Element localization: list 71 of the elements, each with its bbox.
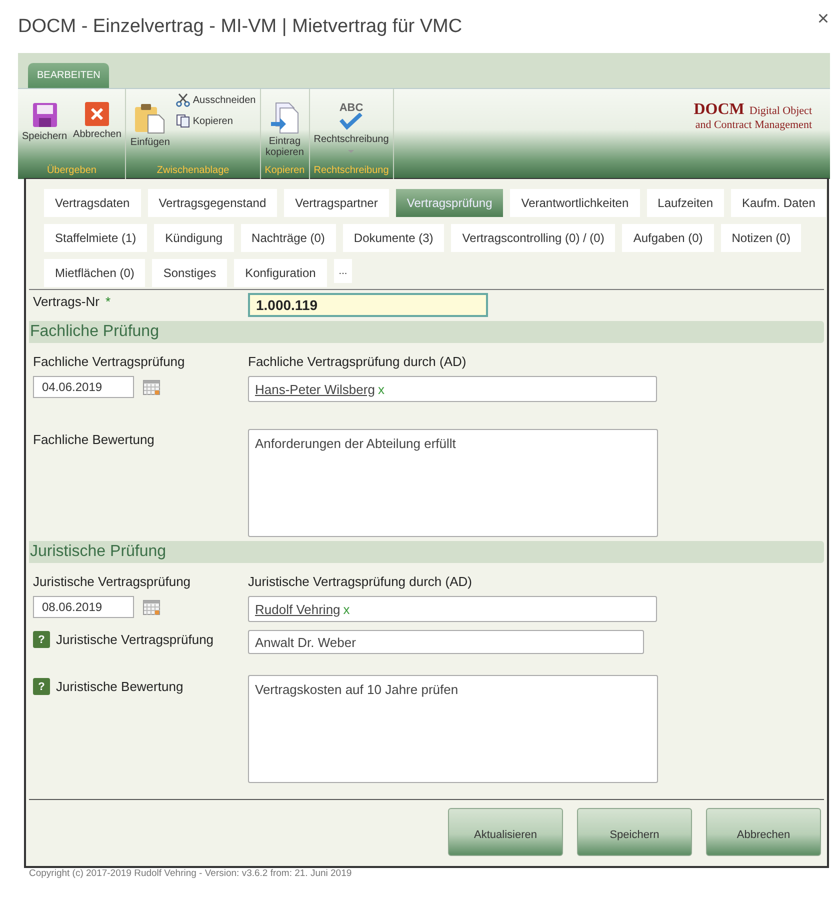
cancel-icon [85, 102, 110, 126]
field-label: Fachliche Bewertung [33, 432, 154, 447]
checkmark-icon [339, 113, 364, 131]
tab[interactable]: Staffelmiete (1) [44, 224, 148, 252]
field-label: Fachliche Vertragsprüfung durch (AD) [248, 354, 466, 369]
help-button[interactable]: ? [33, 631, 50, 648]
cut-button[interactable]: Ausschneiden [174, 92, 258, 108]
tab[interactable]: Nachträge (0) [240, 224, 336, 252]
person-field[interactable]: Rudolf Vehring x [248, 596, 657, 622]
icon-text: ABC [339, 102, 364, 114]
window-title: DOCM - Einzelvertrag - MI-VM | Mietvertrag für VMC [18, 16, 462, 38]
field-label: Juristische Vertragsprüfung [33, 574, 191, 589]
logo-tagline: and Contract Management [695, 119, 812, 131]
calendar-icon [143, 380, 160, 394]
action-button[interactable]: Abbrechen [706, 808, 821, 856]
section-header: Fachliche Prüfung [29, 321, 824, 343]
copyright-text: Copyright (c) 2017-2019 Rudolf Vehring - Version: v3.6.2 from: 21. Juni 2019 [29, 868, 353, 879]
save-button[interactable]: Speichern [20, 92, 70, 144]
calendar-icon [143, 600, 160, 614]
tab[interactable]: Verantwortlichkeiten [510, 189, 640, 217]
cancel-button[interactable]: Abbrechen [71, 92, 124, 142]
copy-entry-button[interactable]: Eintrag kopieren [262, 92, 307, 160]
tab[interactable]: Vertragsgegenstand [148, 189, 278, 217]
help-button[interactable]: ? [33, 678, 50, 695]
tab[interactable]: Kaufm. Daten [731, 189, 826, 217]
tab[interactable]: Vertragscontrolling (0) / (0) [451, 224, 616, 252]
tab[interactable]: Konfiguration [234, 259, 327, 287]
clipboard-icon [134, 102, 166, 134]
text-area[interactable]: Anforderungen der Abteilung erfüllt [248, 429, 658, 537]
tab[interactable]: Vertragspartner [284, 189, 389, 217]
tab[interactable]: Dokumente (3) [342, 224, 444, 252]
documents-arrow-icon [270, 102, 300, 134]
action-button[interactable]: Speichern [577, 808, 692, 856]
logo-tagline: Digital Object [749, 105, 812, 117]
paste-button[interactable]: Einfügen [128, 92, 172, 150]
tab[interactable]: Kündigung [154, 224, 234, 252]
ribbon-group-label: Rechtschreibung [312, 165, 390, 178]
field-label: Vertrags-Nr [33, 294, 100, 309]
spelling-button[interactable]: ABC Rechtschreibung [312, 92, 391, 158]
text-area[interactable]: Vertragskosten auf 10 Jahre prüfen [248, 675, 658, 783]
copy-button[interactable]: Kopieren [174, 113, 258, 129]
copy-icon [176, 114, 190, 128]
scissors-icon [176, 93, 190, 107]
tab[interactable]: Laufzeiten [646, 189, 724, 217]
tab[interactable]: Aufgaben (0) [622, 224, 714, 252]
field-label: Fachliche Vertragsprüfung [33, 354, 185, 369]
remove-button[interactable]: x [343, 602, 350, 616]
close-button[interactable]: × [817, 8, 829, 31]
tab[interactable]: Mietflächen (0) [44, 259, 146, 287]
action-button[interactable]: Aktualisieren [448, 808, 563, 856]
ribbon-group-label: Kopieren [264, 165, 306, 178]
tab[interactable]: Vertragsdaten [44, 189, 141, 217]
contract-number-field[interactable]: 1.000.119 [248, 293, 488, 317]
date-field[interactable]: 08.06.2019 [33, 596, 134, 618]
remove-button[interactable]: x [378, 382, 384, 396]
more-tabs-button[interactable]: ... [334, 259, 352, 283]
tab[interactable]: Sonstiges [152, 259, 228, 287]
field-label: Juristische Vertragsprüfung durch (AD) [248, 574, 472, 589]
date-field[interactable]: 04.06.2019 [33, 376, 134, 398]
field-label: Juristische Bewertung [56, 679, 184, 694]
ribbon-group-label: Übergeben [46, 165, 98, 178]
person-field[interactable]: Hans-Peter Wilsberg x [248, 376, 657, 402]
tab[interactable]: Notizen (0) [720, 224, 802, 252]
logo-name: DOCM [694, 101, 744, 119]
person-link[interactable]: Hans-Peter Wilsberg [255, 382, 375, 396]
text-field[interactable]: Anwalt Dr. Weber [248, 630, 644, 654]
person-link[interactable]: Rudolf Vehring [255, 602, 340, 616]
required-mark: * [105, 294, 111, 309]
field-label: Juristische Vertragsprüfung [56, 632, 214, 647]
ribbon-group-label: Zwischenablage [156, 165, 230, 178]
section-header: Juristische Prüfung [29, 541, 824, 563]
